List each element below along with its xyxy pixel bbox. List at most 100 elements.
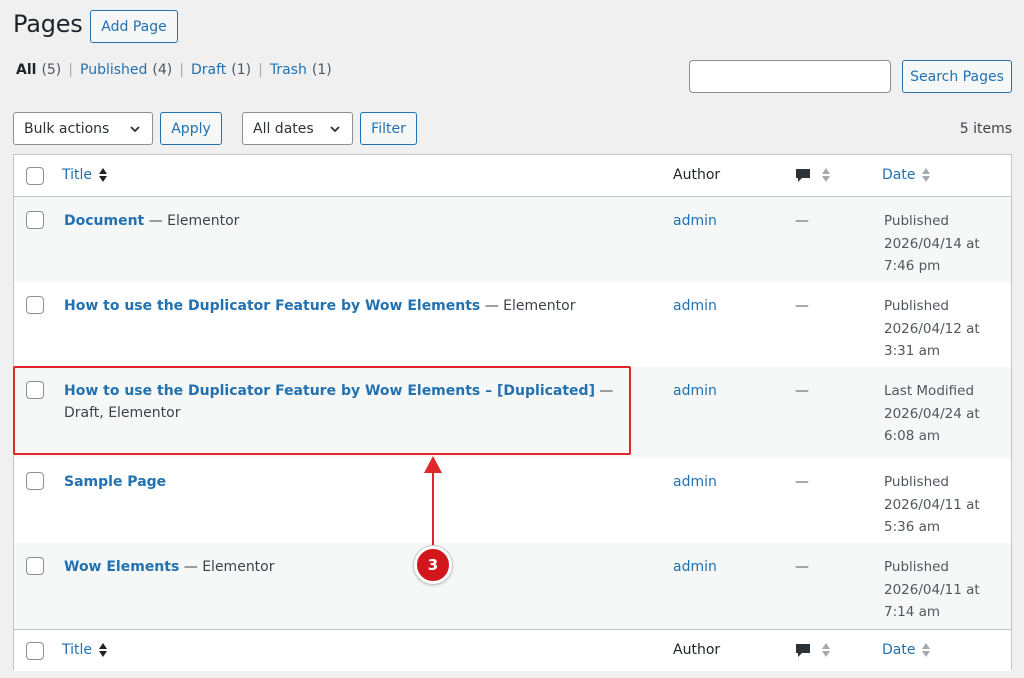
title-cell: How to use the Duplicator Feature by Wow…: [64, 380, 634, 424]
title-cell: How to use the Duplicator Feature by Wow…: [64, 295, 634, 317]
select-all-checkbox[interactable]: [26, 642, 44, 660]
date-value: 2026/04/14 at: [884, 235, 980, 252]
annotation-arrow: [432, 470, 434, 550]
filter-all-count: (5): [41, 62, 62, 78]
date-value: 2026/04/11 at: [884, 581, 980, 598]
comments-column-header[interactable]: [795, 167, 831, 183]
author-column-header: Author: [673, 642, 721, 658]
filter-draft[interactable]: Draft: [191, 62, 226, 78]
title-column-header[interactable]: Title: [62, 642, 108, 658]
page-title-link[interactable]: Sample Page: [64, 474, 166, 490]
time-value: 7:14 am: [884, 604, 941, 620]
sort-icon: [922, 643, 931, 657]
row-checkbox[interactable]: [26, 472, 44, 490]
filter-trash-count: (1): [311, 62, 332, 78]
date-cell: Published 2026/04/11 at 7:14 am: [884, 556, 980, 624]
author-link[interactable]: admin: [673, 210, 717, 232]
arrow-head-icon: [424, 456, 442, 473]
separator: |: [258, 62, 263, 78]
page-state: — Elementor: [480, 298, 576, 314]
separator: |: [68, 62, 73, 78]
sort-icon: [822, 168, 830, 182]
title-column-label: Title: [62, 167, 93, 183]
author-link[interactable]: admin: [673, 471, 717, 493]
date-value: 2026/04/11 at: [884, 496, 980, 513]
date-cell: Published 2026/04/14 at 7:46 pm: [884, 210, 980, 278]
title-column-header[interactable]: Title: [62, 167, 108, 183]
apply-button[interactable]: Apply: [160, 112, 222, 145]
time-value: 7:46 pm: [884, 258, 941, 274]
sort-asc-icon: [99, 168, 108, 182]
date-column-label: Date: [882, 167, 916, 183]
date-value: 2026/04/12 at: [884, 320, 980, 337]
table-header: Title Author Date: [14, 155, 1011, 197]
filter-draft-count: (1): [231, 62, 252, 78]
date-cell: Published 2026/04/12 at 3:31 am: [884, 295, 980, 363]
table-row: Wow Elements — Elementor admin — Publish…: [14, 543, 1011, 629]
date-value: 2026/04/24 at: [884, 405, 980, 422]
table-row: How to use the Duplicator Feature by Wow…: [14, 282, 1011, 367]
search-pages-button[interactable]: Search Pages: [902, 60, 1012, 93]
date-column-header[interactable]: Date: [882, 642, 931, 658]
table-row: How to use the Duplicator Feature by Wow…: [14, 367, 1011, 458]
comment-count: —: [795, 559, 809, 575]
comment-bubble-icon: [796, 644, 810, 657]
page-state: — Elementor: [144, 213, 240, 229]
row-checkbox[interactable]: [26, 557, 44, 575]
filter-button[interactable]: Filter: [360, 112, 417, 145]
author-column-header: Author: [673, 167, 721, 183]
row-checkbox[interactable]: [26, 296, 44, 314]
bulk-actions-select[interactable]: Bulk actions: [13, 112, 153, 145]
separator: |: [179, 62, 184, 78]
items-count: 5 items: [959, 121, 1012, 137]
filter-trash[interactable]: Trash: [270, 62, 307, 78]
date-status: Last Modified: [884, 383, 975, 399]
title-cell: Document — Elementor: [64, 210, 634, 232]
dates-select[interactable]: All dates: [242, 112, 353, 145]
date-column-label: Date: [882, 642, 916, 658]
row-checkbox[interactable]: [26, 211, 44, 229]
time-value: 6:08 am: [884, 428, 941, 444]
chevron-down-icon: [330, 126, 340, 133]
sort-asc-icon: [99, 643, 108, 657]
table-footer: Title Author Date: [14, 629, 1011, 671]
page-title: Pages: [13, 10, 83, 38]
page-title-link[interactable]: Document: [64, 213, 144, 229]
table-row: Document — Elementor admin — Published 2…: [14, 197, 1011, 282]
page-title-link[interactable]: How to use the Duplicator Feature by Wow…: [64, 383, 595, 399]
table-row: Sample Page admin — Published 2026/04/11…: [14, 458, 1011, 543]
comment-count: —: [795, 383, 809, 399]
filter-published-count: (4): [152, 62, 173, 78]
row-checkbox[interactable]: [26, 381, 44, 399]
comment-count: —: [795, 213, 809, 229]
step-badge: 3: [414, 546, 452, 584]
pages-table: Title Author Date Document — Elementor a…: [13, 154, 1012, 671]
author-link[interactable]: admin: [673, 380, 717, 402]
comment-count: —: [795, 474, 809, 490]
page-title-link[interactable]: How to use the Duplicator Feature by Wow…: [64, 298, 480, 314]
bulk-actions-value: Bulk actions: [24, 120, 110, 137]
page-title-link[interactable]: Wow Elements: [64, 559, 179, 575]
date-cell: Last Modified 2026/04/24 at 6:08 am: [884, 380, 980, 448]
add-page-button[interactable]: Add Page: [90, 10, 178, 43]
author-link[interactable]: admin: [673, 556, 717, 578]
comment-bubble-icon: [796, 169, 810, 182]
page-state: — Elementor: [179, 559, 275, 575]
title-cell: Wow Elements — Elementor: [64, 556, 634, 578]
title-cell: Sample Page: [64, 471, 634, 493]
search-input[interactable]: [689, 60, 891, 93]
select-all-checkbox[interactable]: [26, 167, 44, 185]
dates-value: All dates: [253, 120, 314, 137]
comment-count: —: [795, 298, 809, 314]
filter-all[interactable]: All: [16, 62, 36, 78]
author-link[interactable]: admin: [673, 295, 717, 317]
date-cell: Published 2026/04/11 at 5:36 am: [884, 471, 980, 539]
date-column-header[interactable]: Date: [882, 167, 931, 183]
comments-column-header[interactable]: [795, 642, 831, 658]
sort-icon: [822, 643, 830, 657]
chevron-down-icon: [130, 126, 140, 133]
time-value: 5:36 am: [884, 519, 941, 535]
sort-icon: [922, 168, 931, 182]
filter-published[interactable]: Published: [80, 62, 147, 78]
date-status: Published: [884, 559, 949, 575]
